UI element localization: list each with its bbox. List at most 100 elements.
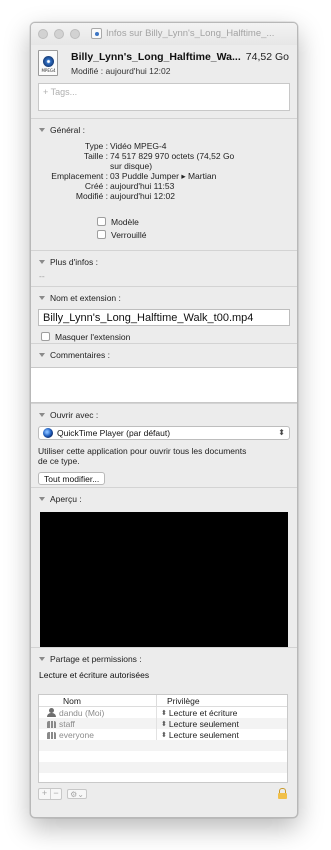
locked-checkbox-row[interactable]: Verrouillé [97,228,297,241]
change-all-button[interactable]: Tout modifier... [38,472,106,485]
permissions-subtitle: Lecture et écriture autorisées [39,670,150,680]
disclosure-triangle-icon[interactable] [39,497,45,501]
info-value: Vidéo MPEG-4 [110,141,167,151]
info-label: Modifié : [75,191,108,201]
file-header: MPEG4 Billy_Lynn's_Long_Halftime_Wa... 7… [31,45,297,83]
privilege-cell[interactable]: ⬍ Lecture seulement [157,719,239,729]
hide-extension-label: Masquer l'extension [55,331,131,342]
privilege-cell[interactable]: ⬍ Lecture et écriture [157,708,237,718]
info-label: Taille : [83,151,108,161]
disclosure-triangle-icon[interactable] [39,296,45,300]
table-row[interactable]: dandu (Moi) ⬍ Lecture et écriture [39,707,287,718]
updown-chevron-icon: ⬍ [278,428,285,437]
info-row: Créé : aujourd'hui 11:53 [31,181,297,191]
user-cell: dandu (Moi) [39,707,157,718]
privilege-cell[interactable]: ⬍ Lecture seulement [157,730,239,740]
video-file-icon: MPEG4 [38,50,58,76]
permissions-section: Partage et permissions : Lecture et écri… [31,647,297,800]
preview-title: Aperçu : [50,494,82,504]
info-value: aujourd'hui 11:53 [110,181,175,191]
user-cell: staff [39,718,157,729]
comments-section: Commentaires : [31,343,297,403]
user-icon [47,708,56,717]
template-checkbox-row[interactable]: Modèle [97,215,297,228]
disclosure-triangle-icon[interactable] [39,657,45,661]
locked-checkbox[interactable] [97,230,106,239]
more-info-title: Plus d'infos : [50,257,98,267]
general-section: Général : Type : Vidéo MPEG-4 Taille : 7… [31,118,297,250]
open-with-header[interactable]: Ouvrir avec : [31,404,297,420]
disclosure-triangle-icon[interactable] [39,413,45,417]
quicktime-icon [43,428,53,438]
file-modified: Modifié : aujourd'hui 12:02 [71,66,171,76]
info-value: 03 Puddle Jumper ▸ Martian [110,171,217,181]
table-row[interactable]: staff ⬍ Lecture seulement [39,718,287,729]
quicktime-icon [43,56,54,67]
info-row: Emplacement : 03 Puddle Jumper ▸ Martian [31,171,297,181]
user-name: everyone [59,729,94,740]
minimize-button[interactable] [54,29,64,39]
file-name: Billy_Lynn's_Long_Halftime_Wa... [71,51,241,63]
info-label: Créé : [84,181,108,191]
permissions-header[interactable]: Partage et permissions : [31,648,297,664]
zoom-button[interactable] [70,29,80,39]
hide-extension-checkbox[interactable] [41,332,50,341]
app-select[interactable]: QuickTime Player (par défaut) ⬍ [38,426,290,440]
privilege-value: Lecture seulement [168,718,239,729]
add-remove-segment: + − [38,788,62,800]
locked-label: Verrouillé [111,229,147,240]
table-header: Nom Privilège [39,695,287,707]
traffic-lights [38,29,80,39]
file-name-field[interactable]: Billy_Lynn's_Long_Halftime_Walk_t00.mp4 [38,309,290,326]
template-checkbox[interactable] [97,217,106,226]
table-row[interactable]: everyone ⬍ Lecture seulement [39,729,287,740]
info-row: sur disque) [31,161,297,171]
name-extension-title: Nom et extension : [50,293,121,303]
permissions-toolbar: + − ⚙⌄ [38,787,288,801]
remove-user-button[interactable]: − [50,789,61,799]
tags-field[interactable]: + Tags... [38,83,290,111]
updown-chevron-icon: ⬍ [161,709,167,717]
template-label: Modèle [111,216,139,227]
group-icon [47,732,56,739]
group-icon [47,721,56,728]
user-name: dandu (Moi) [59,707,105,718]
open-with-section: Ouvrir avec : QuickTime Player (par défa… [31,403,297,487]
general-info: Type : Vidéo MPEG-4 Taille : 74 517 829 … [31,141,297,201]
user-name: staff [59,718,75,729]
more-info-header[interactable]: Plus d'infos : [31,251,297,267]
info-label: Emplacement : [51,171,108,181]
preview-image [40,512,288,648]
user-cell: everyone [39,729,157,740]
info-value: aujourd'hui 12:02 [110,191,175,201]
column-header-privilege[interactable]: Privilège [157,695,200,706]
disclosure-triangle-icon[interactable] [39,260,45,264]
comments-header[interactable]: Commentaires : [31,344,297,360]
lock-icon[interactable] [278,788,287,799]
hide-extension-row[interactable]: Masquer l'extension [41,330,297,343]
preview-section: Aperçu : [31,487,297,648]
document-icon [91,28,102,39]
preview-header[interactable]: Aperçu : [31,488,297,504]
comments-title: Commentaires : [50,350,110,360]
window-title-text: Infos sur Billy_Lynn's_Long_Halftime_... [106,28,275,39]
add-user-button[interactable]: + [39,789,50,799]
column-header-name[interactable]: Nom [39,695,157,706]
app-select-value: QuickTime Player (par défaut) [57,428,171,438]
comments-field[interactable] [31,367,297,403]
disclosure-triangle-icon[interactable] [39,128,45,132]
more-info-section: Plus d'infos : -- [31,250,297,286]
general-title: Général : [50,125,85,135]
open-with-description: Utiliser cette application pour ouvrir t… [38,446,290,466]
general-header[interactable]: Général : [31,119,297,135]
permissions-table: Nom Privilège dandu (Moi) ⬍ Lecture et é… [38,694,288,783]
gear-menu-button[interactable]: ⚙⌄ [67,789,87,799]
close-button[interactable] [38,29,48,39]
more-info-value: -- [39,271,45,281]
disclosure-triangle-icon[interactable] [39,353,45,357]
title-bar[interactable]: Infos sur Billy_Lynn's_Long_Halftime_... [31,23,297,45]
window-title: Infos sur Billy_Lynn's_Long_Halftime_... [91,28,274,39]
table-row-empty [39,740,287,751]
info-row: Modifié : aujourd'hui 12:02 [31,191,297,201]
name-extension-header[interactable]: Nom et extension : [31,287,297,303]
